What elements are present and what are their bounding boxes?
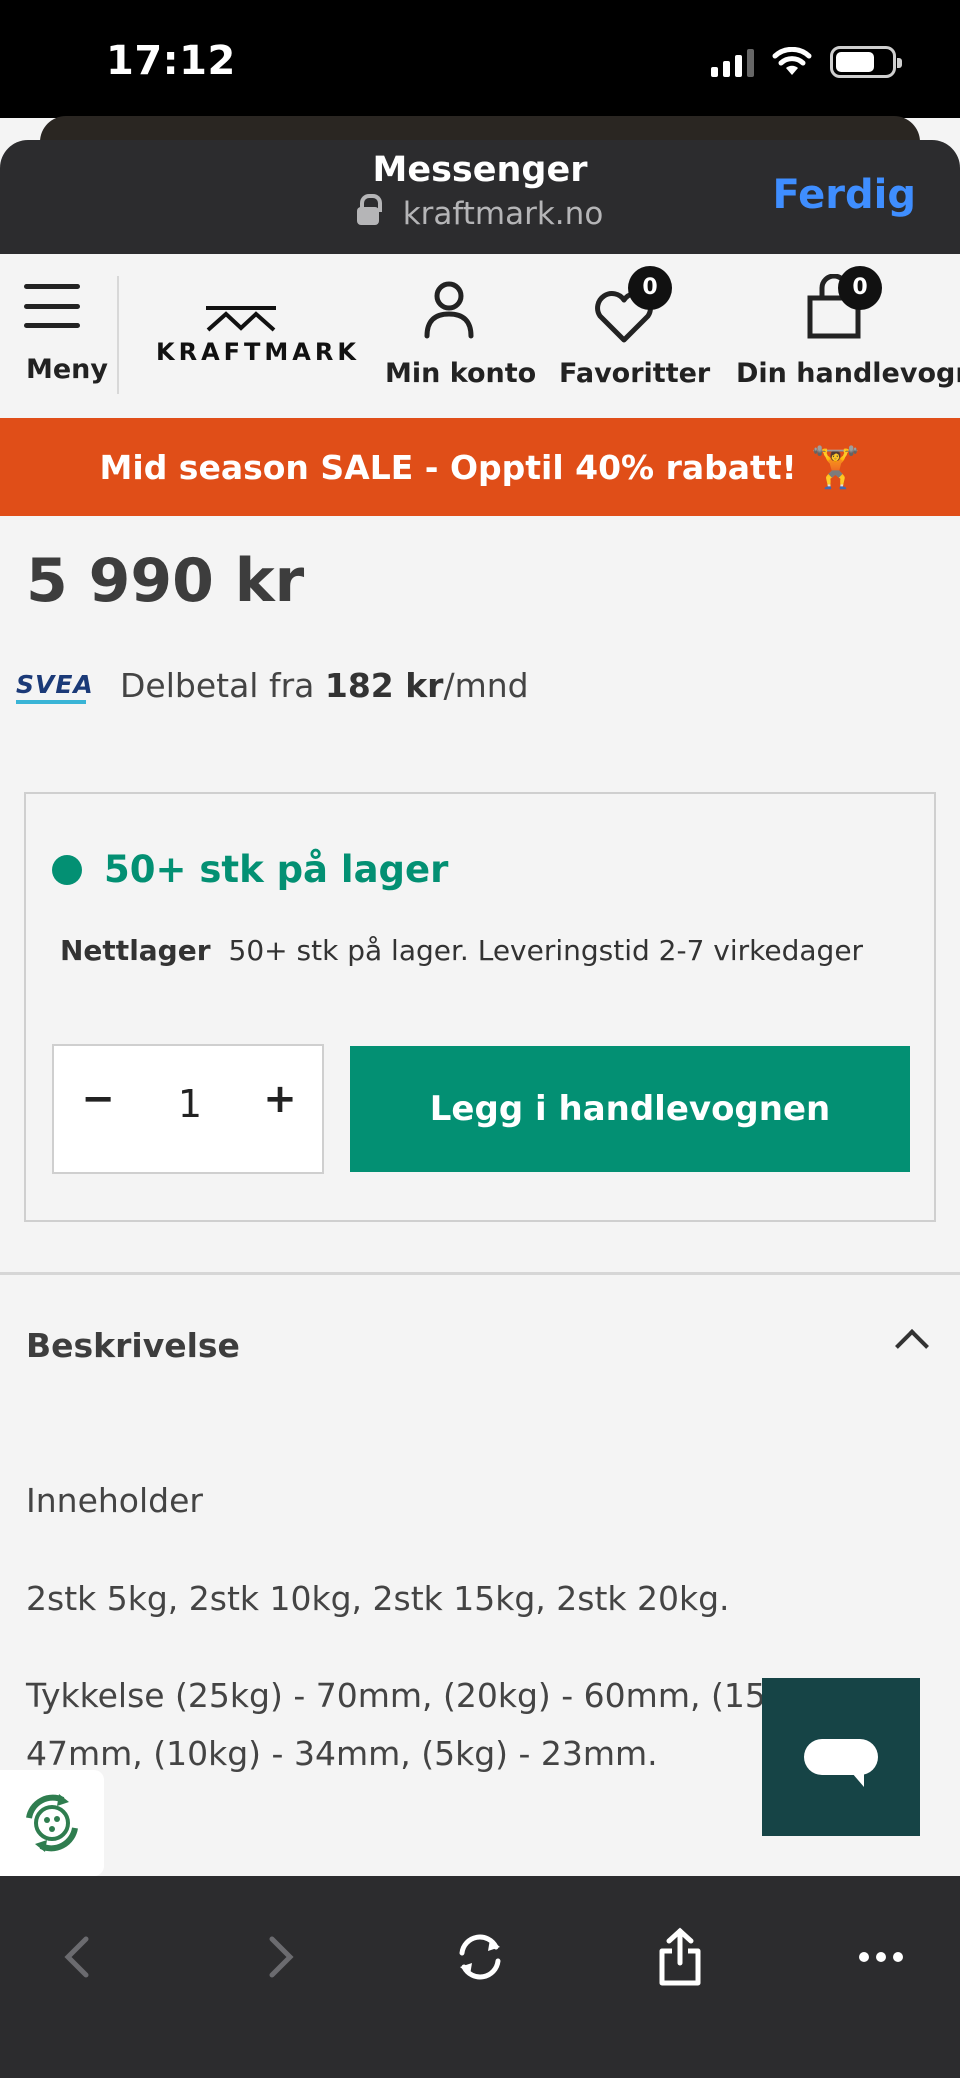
forward-button[interactable] <box>246 1922 316 1992</box>
menu-label: Meny <box>26 354 109 385</box>
sale-banner[interactable]: Mid season SALE - Opptil 40% rabatt! 🏋️ <box>0 418 960 516</box>
web-stock-row: Nettlager 50+ stk på lager. Leveringstid … <box>60 934 863 967</box>
cart-label: Din handlevogn <box>736 358 960 389</box>
sale-text: Mid season SALE - Opptil 40% rabatt! <box>99 447 797 487</box>
status-time: 17:12 <box>106 38 236 84</box>
cellular-signal-icon <box>711 47 754 77</box>
stock-status: 50+ stk på lager <box>52 848 448 891</box>
stock-status-text: 50+ stk på lager <box>104 848 449 891</box>
more-button[interactable] <box>846 1922 916 1992</box>
hamburger-icon <box>24 284 80 328</box>
product-price: 5 990 kr <box>26 546 305 616</box>
in-stock-dot-icon <box>52 854 82 885</box>
description-paragraph: 2stk 5kg, 2stk 10kg, 2stk 15kg, 2stk 20k… <box>26 1579 730 1618</box>
increment-button[interactable]: + <box>250 1076 310 1122</box>
site-header: Meny KRAFTMARK Min konto 0 Favoritter 0 … <box>0 254 960 418</box>
lock-icon <box>356 194 382 227</box>
logo-text: KRAFTMARK <box>156 338 360 366</box>
chat-icon <box>804 1739 878 1787</box>
share-icon <box>659 1927 701 1986</box>
more-icon <box>859 1952 903 1962</box>
kraftmark-logo[interactable]: KRAFTMARK <box>156 302 360 366</box>
status-icons <box>711 46 902 78</box>
logo-mark-icon <box>206 306 276 332</box>
installment-amount: 182 kr <box>324 666 444 705</box>
favorites-count-badge: 0 <box>628 266 672 310</box>
add-to-cart-button[interactable]: Legg i handlevognen <box>350 1046 910 1172</box>
favorites-label: Favoritter <box>559 358 711 389</box>
user-icon <box>424 281 474 339</box>
svea-logo: SVEA <box>16 670 94 704</box>
header-divider <box>117 276 119 394</box>
browser-toolbar <box>0 1876 960 2078</box>
description-heading[interactable]: Beskrivelse <box>26 1326 240 1365</box>
decrement-button[interactable]: − <box>68 1076 128 1122</box>
url-text: kraftmark.no <box>402 196 604 232</box>
done-button[interactable]: Ferdig <box>772 172 916 218</box>
share-button[interactable] <box>645 1922 715 1992</box>
weightlifter-emoji-icon: 🏋️ <box>810 444 861 491</box>
wifi-icon <box>772 47 812 75</box>
favorites-link[interactable]: 0 Favoritter <box>556 254 710 418</box>
browser-header: Messenger kraftmark.no Ferdig <box>0 140 960 254</box>
description-paragraph: Inneholder <box>26 1481 203 1520</box>
web-stock-label: Nettlager <box>60 934 211 967</box>
menu-button[interactable]: Meny <box>20 254 108 418</box>
account-link[interactable]: Min konto <box>376 254 536 418</box>
status-bar: 17:12 <box>0 0 960 118</box>
section-divider <box>0 1272 960 1275</box>
chat-button[interactable] <box>762 1678 920 1836</box>
battery-icon <box>830 46 902 78</box>
forward-icon <box>269 1936 294 1978</box>
chevron-up-icon[interactable] <box>895 1329 929 1363</box>
svea-logo-text: SVEA <box>16 670 94 699</box>
eco-recycle-icon <box>26 1794 78 1852</box>
installment-text[interactable]: Delbetal fra 182 kr/mnd <box>120 666 529 705</box>
account-label: Min konto <box>385 358 537 389</box>
refresh-icon <box>459 1934 501 1980</box>
cart-count-badge: 0 <box>838 266 882 310</box>
back-icon <box>64 1936 89 1978</box>
eco-badge[interactable] <box>0 1770 104 1876</box>
stock-panel: 50+ stk på lager Nettlager 50+ stk på lag… <box>24 792 936 1222</box>
cart-link[interactable]: 0 Din handlevogn <box>730 254 960 418</box>
back-button[interactable] <box>42 1922 112 1992</box>
refresh-button[interactable] <box>445 1922 515 1992</box>
web-stock-text: 50+ stk på lager. Leveringstid 2-7 virke… <box>228 934 864 967</box>
installment-suffix: /mnd <box>443 666 529 705</box>
installment-prefix: Delbetal fra <box>120 666 315 705</box>
quantity-stepper: − 1 + <box>52 1044 324 1174</box>
quantity-value[interactable]: 1 <box>150 1082 230 1126</box>
